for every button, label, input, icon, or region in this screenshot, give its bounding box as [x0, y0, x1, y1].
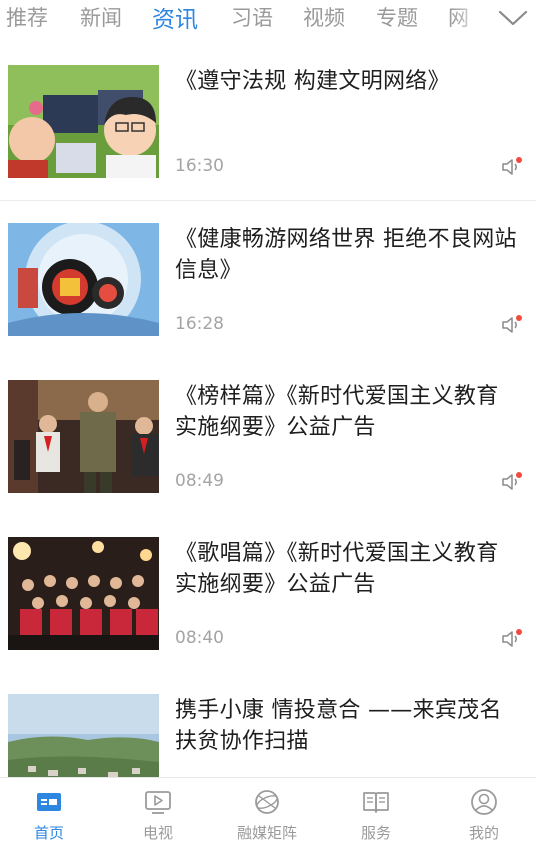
- tab-news[interactable]: 新闻: [80, 2, 122, 32]
- news-item[interactable]: 《榜样篇》《新时代爱国主义教育实施纲要》公益广告 08:49: [0, 358, 536, 516]
- tab-topics[interactable]: 专题: [376, 2, 418, 32]
- tab-quotes[interactable]: 习语: [231, 2, 273, 32]
- nav-services[interactable]: 服务: [331, 778, 421, 848]
- news-time: 16:30: [175, 156, 224, 176]
- globe-icon: [255, 790, 279, 814]
- more-tabs-button[interactable]: [490, 0, 536, 36]
- tab-video[interactable]: 视频: [303, 2, 345, 32]
- news-title[interactable]: 携手小康 情投意合 ——来宾茂名扶贫协作扫描: [175, 695, 520, 757]
- home-icon: [37, 793, 61, 811]
- tv-icon: [145, 791, 171, 814]
- news-item[interactable]: 《遵守法规 构建文明网络》 16:30: [0, 43, 536, 201]
- chevron-down-icon: [498, 10, 528, 26]
- nav-media-matrix[interactable]: 融媒矩阵: [222, 778, 312, 848]
- news-title[interactable]: 《遵守法规 构建文明网络》: [175, 66, 520, 97]
- nav-label: 服务: [360, 824, 391, 842]
- nav-label: 融媒矩阵: [236, 824, 297, 842]
- nav-home[interactable]: 首页: [4, 778, 94, 848]
- nav-label: 电视: [142, 824, 173, 842]
- audio-play-icon[interactable]: [501, 314, 523, 336]
- news-thumbnail: [8, 380, 159, 493]
- nav-tv[interactable]: 电视: [113, 778, 203, 848]
- audio-play-icon[interactable]: [501, 156, 523, 178]
- category-tab-bar: 推荐 新闻 资讯 习语 视频 专题 网: [0, 0, 536, 36]
- news-item[interactable]: 《健康畅游网络世界 拒绝不良网站信息》 16:28: [0, 201, 536, 359]
- tab-fade: [452, 0, 492, 36]
- news-title[interactable]: 《榜样篇》《新时代爱国主义教育实施纲要》公益广告: [175, 381, 520, 443]
- nav-label: 首页: [33, 824, 64, 842]
- book-icon: [363, 792, 389, 813]
- news-time: 08:49: [175, 471, 224, 491]
- news-item[interactable]: 《歌唱篇》《新时代爱国主义教育实施纲要》公益广告 08:40: [0, 515, 536, 673]
- tab-info[interactable]: 资讯: [152, 0, 198, 34]
- news-time: 08:40: [175, 628, 224, 648]
- news-title[interactable]: 《歌唱篇》《新时代爱国主义教育实施纲要》公益广告: [175, 538, 520, 600]
- bottom-nav: 首页 电视 融媒矩阵 服务 我的: [0, 777, 536, 848]
- audio-play-icon[interactable]: [501, 471, 523, 493]
- nav-profile[interactable]: 我的: [439, 778, 529, 848]
- tab-recommend[interactable]: 推荐: [6, 2, 48, 32]
- nav-label: 我的: [468, 824, 499, 842]
- audio-play-icon[interactable]: [501, 628, 523, 650]
- user-icon: [471, 789, 497, 815]
- news-title[interactable]: 《健康畅游网络世界 拒绝不良网站信息》: [175, 224, 520, 286]
- news-thumbnail: [8, 65, 159, 178]
- news-thumbnail: [8, 537, 159, 650]
- news-time: 16:28: [175, 314, 224, 334]
- news-thumbnail: [8, 223, 159, 336]
